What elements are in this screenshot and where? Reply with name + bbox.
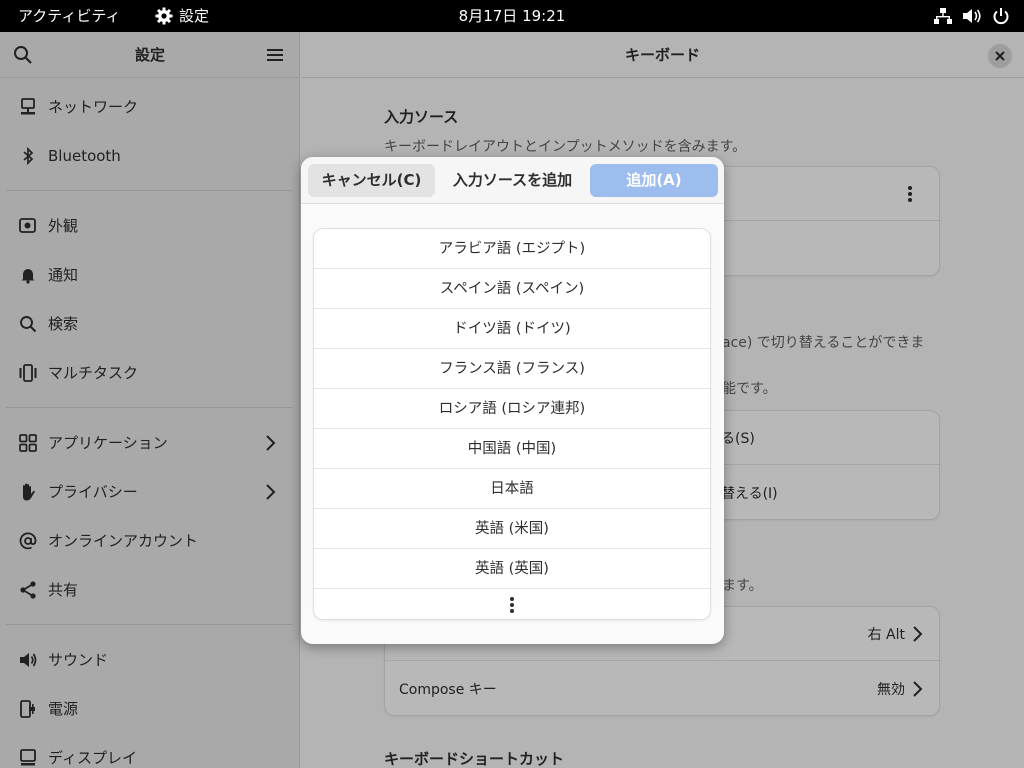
list-item[interactable]: ロシア語 (ロシア連邦) <box>314 389 710 429</box>
network-icon <box>934 8 952 24</box>
add-input-source-dialog: キャンセル(C) 入力ソースを追加 追加(A) アラビア語 (エジプト) スペイ… <box>301 157 724 644</box>
system-tray[interactable] <box>934 0 1010 32</box>
top-bar: アクティビティ 設定 8月17日 19:21 <box>0 0 1024 32</box>
dialog-header: キャンセル(C) 入力ソースを追加 追加(A) <box>301 157 724 204</box>
clock[interactable]: 8月17日 19:21 <box>0 0 1024 32</box>
more-vertical-icon <box>510 597 514 613</box>
volume-icon <box>963 9 981 23</box>
list-item[interactable]: ドイツ語 (ドイツ) <box>314 309 710 349</box>
list-item[interactable]: 英語 (英国) <box>314 549 710 589</box>
list-item[interactable]: フランス語 (フランス) <box>314 349 710 389</box>
dialog-title: 入力ソースを追加 <box>452 171 573 189</box>
list-item[interactable]: 日本語 <box>314 469 710 509</box>
list-item[interactable]: 英語 (米国) <box>314 509 710 549</box>
show-more-row[interactable] <box>314 589 710 619</box>
power-icon <box>993 8 1009 25</box>
language-list: アラビア語 (エジプト) スペイン語 (スペイン) ドイツ語 (ドイツ) フラン… <box>313 228 711 620</box>
cancel-button[interactable]: キャンセル(C) <box>308 164 435 197</box>
add-button[interactable]: 追加(A) <box>590 164 718 197</box>
list-item[interactable]: アラビア語 (エジプト) <box>314 229 710 269</box>
list-item[interactable]: 中国語 (中国) <box>314 429 710 469</box>
list-item[interactable]: スペイン語 (スペイン) <box>314 269 710 309</box>
